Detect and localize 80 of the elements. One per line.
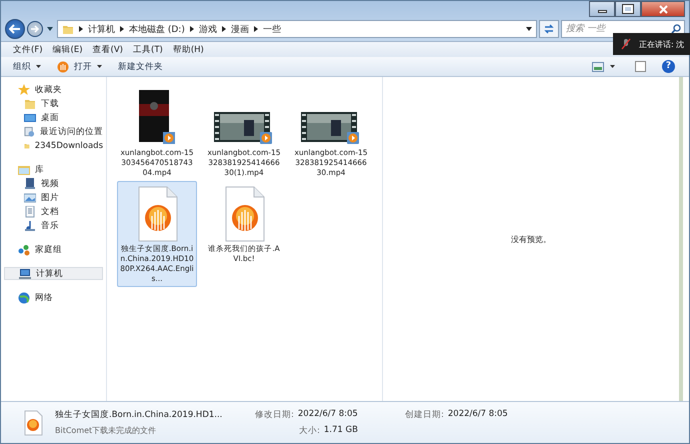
breadcrumb-item[interactable]: 漫画 [230, 22, 249, 36]
sidebar-item[interactable]: 音乐 [4, 219, 103, 232]
sidebar-item[interactable]: 库 [4, 163, 103, 176]
refresh-button[interactable] [539, 20, 559, 38]
sidebar-item[interactable]: 2345Downloads [4, 139, 103, 152]
folder-icon [62, 23, 74, 35]
dropdown-caret-icon [610, 65, 615, 68]
maximize-button[interactable] [615, 1, 641, 17]
sidebar-item[interactable]: 收藏夹 [4, 83, 103, 96]
menu-item[interactable]: 查看(V) [92, 44, 123, 56]
sidebar-item[interactable]: 图片 [4, 191, 103, 204]
chevron-icon [120, 26, 124, 32]
breadcrumb-item[interactable]: 一些 [262, 22, 281, 36]
toolbar-button[interactable]: 新建文件夹 [116, 60, 165, 72]
menu-item[interactable]: 帮助(H) [172, 44, 204, 56]
search-icon [671, 24, 681, 34]
video-icon [24, 178, 36, 190]
help-button[interactable]: ? [662, 60, 675, 73]
recent-icon [24, 126, 35, 138]
dropdown-caret-icon [526, 27, 532, 31]
toolbar-button[interactable]: 组织 [11, 60, 43, 72]
desktop-icon [24, 112, 36, 124]
dropdown-caret-icon [47, 27, 53, 31]
minimize-button[interactable] [589, 1, 615, 17]
breadcrumb-item[interactable]: 本地磁盘 (D:) [129, 22, 185, 36]
back-button[interactable] [5, 19, 25, 39]
field-value: 2022/6/7 8:05 [298, 408, 358, 420]
sidebar-item[interactable]: 家庭组 [4, 243, 103, 256]
muted-microphone-icon [621, 38, 631, 50]
field-label: 创建日期: [405, 408, 444, 420]
music-icon [24, 220, 36, 232]
back-arrow-icon [9, 24, 21, 34]
star-icon [18, 84, 30, 96]
sidebar-item[interactable]: 计算机 [4, 267, 103, 280]
folder-icon [24, 98, 36, 110]
breadcrumb-item[interactable]: 计算机 [88, 22, 115, 36]
sidebar-item[interactable]: 文档 [4, 205, 103, 218]
chevron-icon [254, 26, 258, 32]
toolbar-button[interactable]: 打开 [55, 60, 104, 72]
menu-item[interactable]: 编辑(E) [52, 44, 83, 56]
forward-arrow-icon [30, 25, 40, 33]
video-thumbnail [214, 112, 274, 146]
forward-button[interactable] [27, 21, 43, 37]
video-thumbnail [137, 90, 177, 146]
sidebar-item[interactable]: 视频 [4, 177, 103, 190]
file-name: 独生子女国度.Born.in.China.2019.HD1... [55, 409, 224, 421]
homegroup-icon [18, 244, 30, 256]
network-icon [18, 292, 30, 304]
close-icon [658, 4, 668, 14]
menu-item[interactable]: 工具(T) [133, 44, 163, 56]
file-type: BitComet下载未完成的文件 [55, 425, 158, 436]
library-icon [18, 164, 30, 176]
field-label: 修改日期: [255, 408, 294, 420]
document-icon [24, 206, 36, 218]
computer-icon [19, 268, 31, 280]
field-value: 1.71 GB [324, 424, 358, 436]
field-value: 2022/6/7 8:05 [448, 408, 508, 420]
close-button[interactable] [641, 1, 685, 17]
notification-text: 正在讲话: 沈 [639, 38, 684, 50]
field-label: 大小: [299, 424, 320, 436]
chevron-icon [222, 26, 226, 32]
address-bar[interactable]: 计算机 本地磁盘 (D:) 游戏 漫画 一些 [57, 20, 537, 38]
pane-icon [635, 61, 646, 72]
video-thumbnail [301, 112, 361, 146]
dropdown-caret-icon [36, 65, 41, 68]
bitcomet-icon [57, 60, 69, 72]
dropdown-caret-icon [97, 65, 102, 68]
picture-icon [24, 192, 36, 204]
view-icon [592, 62, 604, 72]
breadcrumb-item[interactable]: 游戏 [198, 22, 217, 36]
sidebar-item[interactable]: 网络 [4, 291, 103, 304]
sidebar-item[interactable]: 桌面 [4, 111, 103, 124]
sidebar-item[interactable]: 下载 [4, 97, 103, 110]
menu-item[interactable]: 文件(F) [13, 44, 43, 56]
chevron-icon [190, 26, 194, 32]
sidebar-item[interactable]: 最近访问的位置 [4, 125, 103, 138]
chevron-icon [79, 26, 83, 32]
refresh-icon [543, 24, 555, 34]
preview-message: 没有预览。 [511, 234, 551, 244]
bitcomet-file-icon [23, 410, 43, 436]
